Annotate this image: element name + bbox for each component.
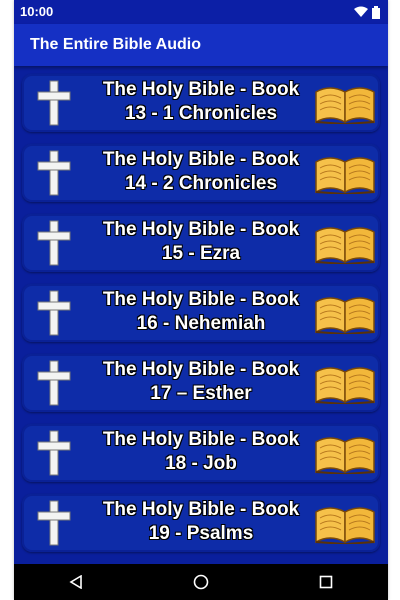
list-item-line1: The Holy Bible - Book [102,499,300,520]
list-item[interactable]: The Holy Bible - Book 19 - Psalms [22,494,380,552]
list-item-line1: The Holy Bible - Book [102,289,300,310]
recents-icon [319,575,332,589]
system-nav-bar [14,564,388,600]
wifi-icon [354,6,368,17]
open-book-icon [315,367,375,404]
home-icon [193,574,209,590]
book-list: The Holy Bible - Book 13 - 1 Chronicles … [14,66,388,564]
cross-icon [37,220,71,266]
list-item[interactable]: The Holy Bible - Book 16 - Nehemiah [22,284,380,342]
cross-icon [37,500,71,546]
list-item[interactable]: The Holy Bible - Book 14 - 2 Chronicles [22,144,380,202]
cross-icon [37,290,71,336]
list-item-label: The Holy Bible - Book 18 - Job [78,428,324,476]
list-item-line2: 19 - Psalms [148,523,254,544]
list-item-label: The Holy Bible - Book 13 - 1 Chronicles [78,78,324,126]
list-item-line2: 13 - 1 Chronicles [124,103,278,124]
list-item-label: The Holy Bible - Book 15 - Ezra [78,218,324,266]
list-item-line1: The Holy Bible - Book [102,79,300,100]
list-item[interactable]: The Holy Bible - Book 13 - 1 Chronicles [22,74,380,132]
list-item-line2: 17 – Esther [150,383,252,404]
app-bar: The Entire Bible Audio [14,24,388,66]
recents-button[interactable] [306,567,346,597]
cross-icon [37,80,71,126]
cross-icon [37,430,71,476]
app-title: The Entire Bible Audio [30,36,201,53]
list-item-line1: The Holy Bible - Book [102,149,300,170]
phone-screen: 10:00 The Entire Bible Audio The Holy Bi… [14,0,388,600]
list-item-line1: The Holy Bible - Book [102,359,300,380]
list-item-label: The Holy Bible - Book 14 - 2 Chronicles [78,148,324,196]
cross-icon [37,150,71,196]
status-bar: 10:00 [14,0,388,24]
list-item-label: The Holy Bible - Book 19 - Psalms [78,498,324,546]
back-button[interactable] [56,567,96,597]
list-item-label: The Holy Bible - Book 16 - Nehemiah [78,288,324,336]
open-book-icon [315,297,375,334]
status-time: 10:00 [20,4,54,19]
list-item-label: The Holy Bible - Book 17 – Esther [78,358,324,406]
list-item-line2: 18 - Job [165,453,237,474]
list-item[interactable]: The Holy Bible - Book 17 – Esther [22,354,380,412]
open-book-icon [315,157,375,194]
list-item-line2: 14 - 2 Chronicles [124,173,278,194]
back-icon [69,575,83,589]
list-item-line1: The Holy Bible - Book [102,219,300,240]
open-book-icon [315,507,375,544]
list-item-line1: The Holy Bible - Book [102,429,300,450]
list-item[interactable]: The Holy Bible - Book 15 - Ezra [22,214,380,272]
list-item[interactable]: The Holy Bible - Book 18 - Job [22,424,380,482]
open-book-icon [315,437,375,474]
list-item-line2: 16 - Nehemiah [136,313,266,334]
home-button[interactable] [181,567,221,597]
open-book-icon [315,227,375,264]
list-item-line2: 15 - Ezra [161,243,241,264]
status-icons [354,5,380,19]
battery-icon [372,5,380,19]
open-book-icon [315,87,375,124]
cross-icon [37,360,71,406]
